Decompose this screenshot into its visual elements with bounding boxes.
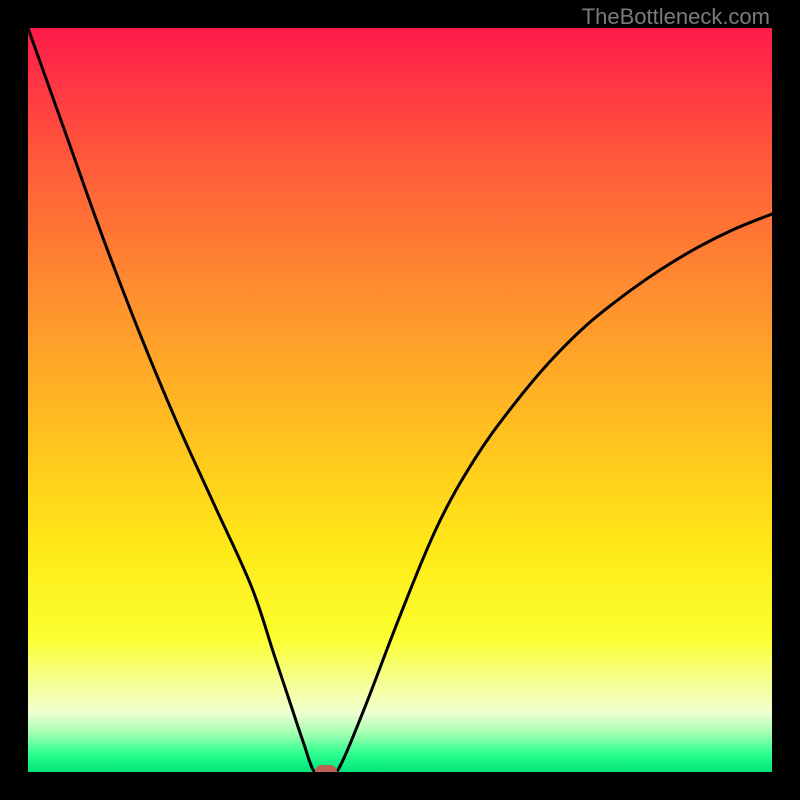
plot-area: [28, 28, 772, 772]
bottleneck-curve: [28, 28, 772, 772]
chart-frame: TheBottleneck.com: [0, 0, 800, 800]
watermark-text: TheBottleneck.com: [582, 4, 770, 30]
optimal-point-marker: [315, 765, 337, 772]
